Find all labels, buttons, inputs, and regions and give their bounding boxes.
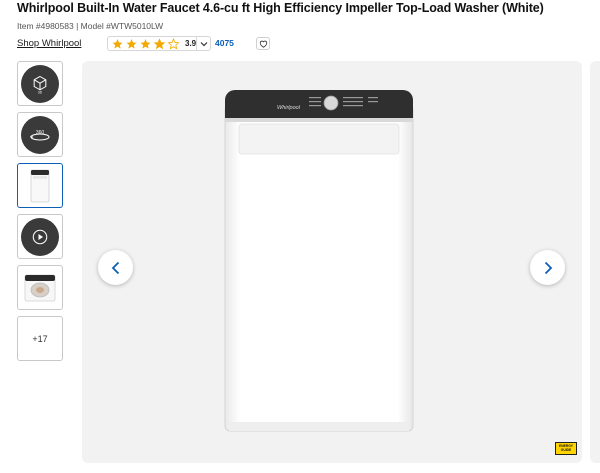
favorite-button[interactable] — [256, 37, 270, 50]
ar-cube-icon: 3D — [33, 75, 47, 94]
thumbnail-ar-view[interactable]: 3D — [17, 61, 63, 106]
star-icon — [112, 38, 123, 49]
thumbnail-360-view[interactable]: 360 — [17, 112, 63, 157]
washer-front-thumbnail — [30, 169, 50, 202]
washer-open-thumbnail — [24, 274, 56, 301]
rating-value: 3.9 — [185, 39, 197, 48]
chevron-left-icon — [111, 261, 119, 274]
chevron-down-icon[interactable] — [196, 37, 210, 50]
star-rating — [111, 37, 181, 50]
washer-main-image: Whirlpool — [224, 90, 414, 432]
thumbnail-more[interactable]: +17 — [17, 316, 63, 361]
svg-text:Whirlpool: Whirlpool — [277, 105, 301, 111]
star-icon — [140, 38, 151, 49]
product-image-gallery: Whirlpool ENERGY GUIDE — [82, 61, 582, 463]
next-image-button[interactable] — [530, 250, 565, 285]
play-icon — [32, 229, 48, 244]
shop-brand-link[interactable]: Shop Whirlpool — [17, 38, 81, 49]
thumbnail-washer-open[interactable] — [17, 265, 63, 310]
energy-guide-label[interactable]: ENERGY GUIDE — [555, 442, 577, 455]
product-title: Whirlpool Built-In Water Faucet 4.6-cu f… — [17, 1, 544, 15]
thumbnail-video[interactable] — [17, 214, 63, 259]
energy-guide-text: ENERGY GUIDE — [559, 444, 573, 452]
review-count-link[interactable]: 4075 — [215, 38, 234, 48]
rating-summary[interactable]: 3.9 — [107, 36, 211, 51]
star-icon — [153, 37, 166, 49]
svg-text:360: 360 — [36, 130, 45, 136]
svg-text:3D: 3D — [38, 90, 43, 93]
rotate-360-icon: 360 — [30, 130, 50, 140]
thumbnail-list: 3D 360 +17 — [17, 61, 63, 367]
previous-image-button[interactable] — [98, 250, 133, 285]
heart-icon — [259, 40, 267, 48]
thumbnail-washer-front[interactable] — [17, 163, 63, 208]
star-icon — [126, 38, 137, 49]
chevron-right-icon — [544, 261, 552, 274]
star-outline-icon — [167, 37, 180, 49]
item-model-number: Item #4980583 | Model #WTW5010LW — [17, 21, 164, 31]
more-images-count: +17 — [32, 333, 48, 344]
adjacent-panel-edge — [590, 61, 600, 463]
